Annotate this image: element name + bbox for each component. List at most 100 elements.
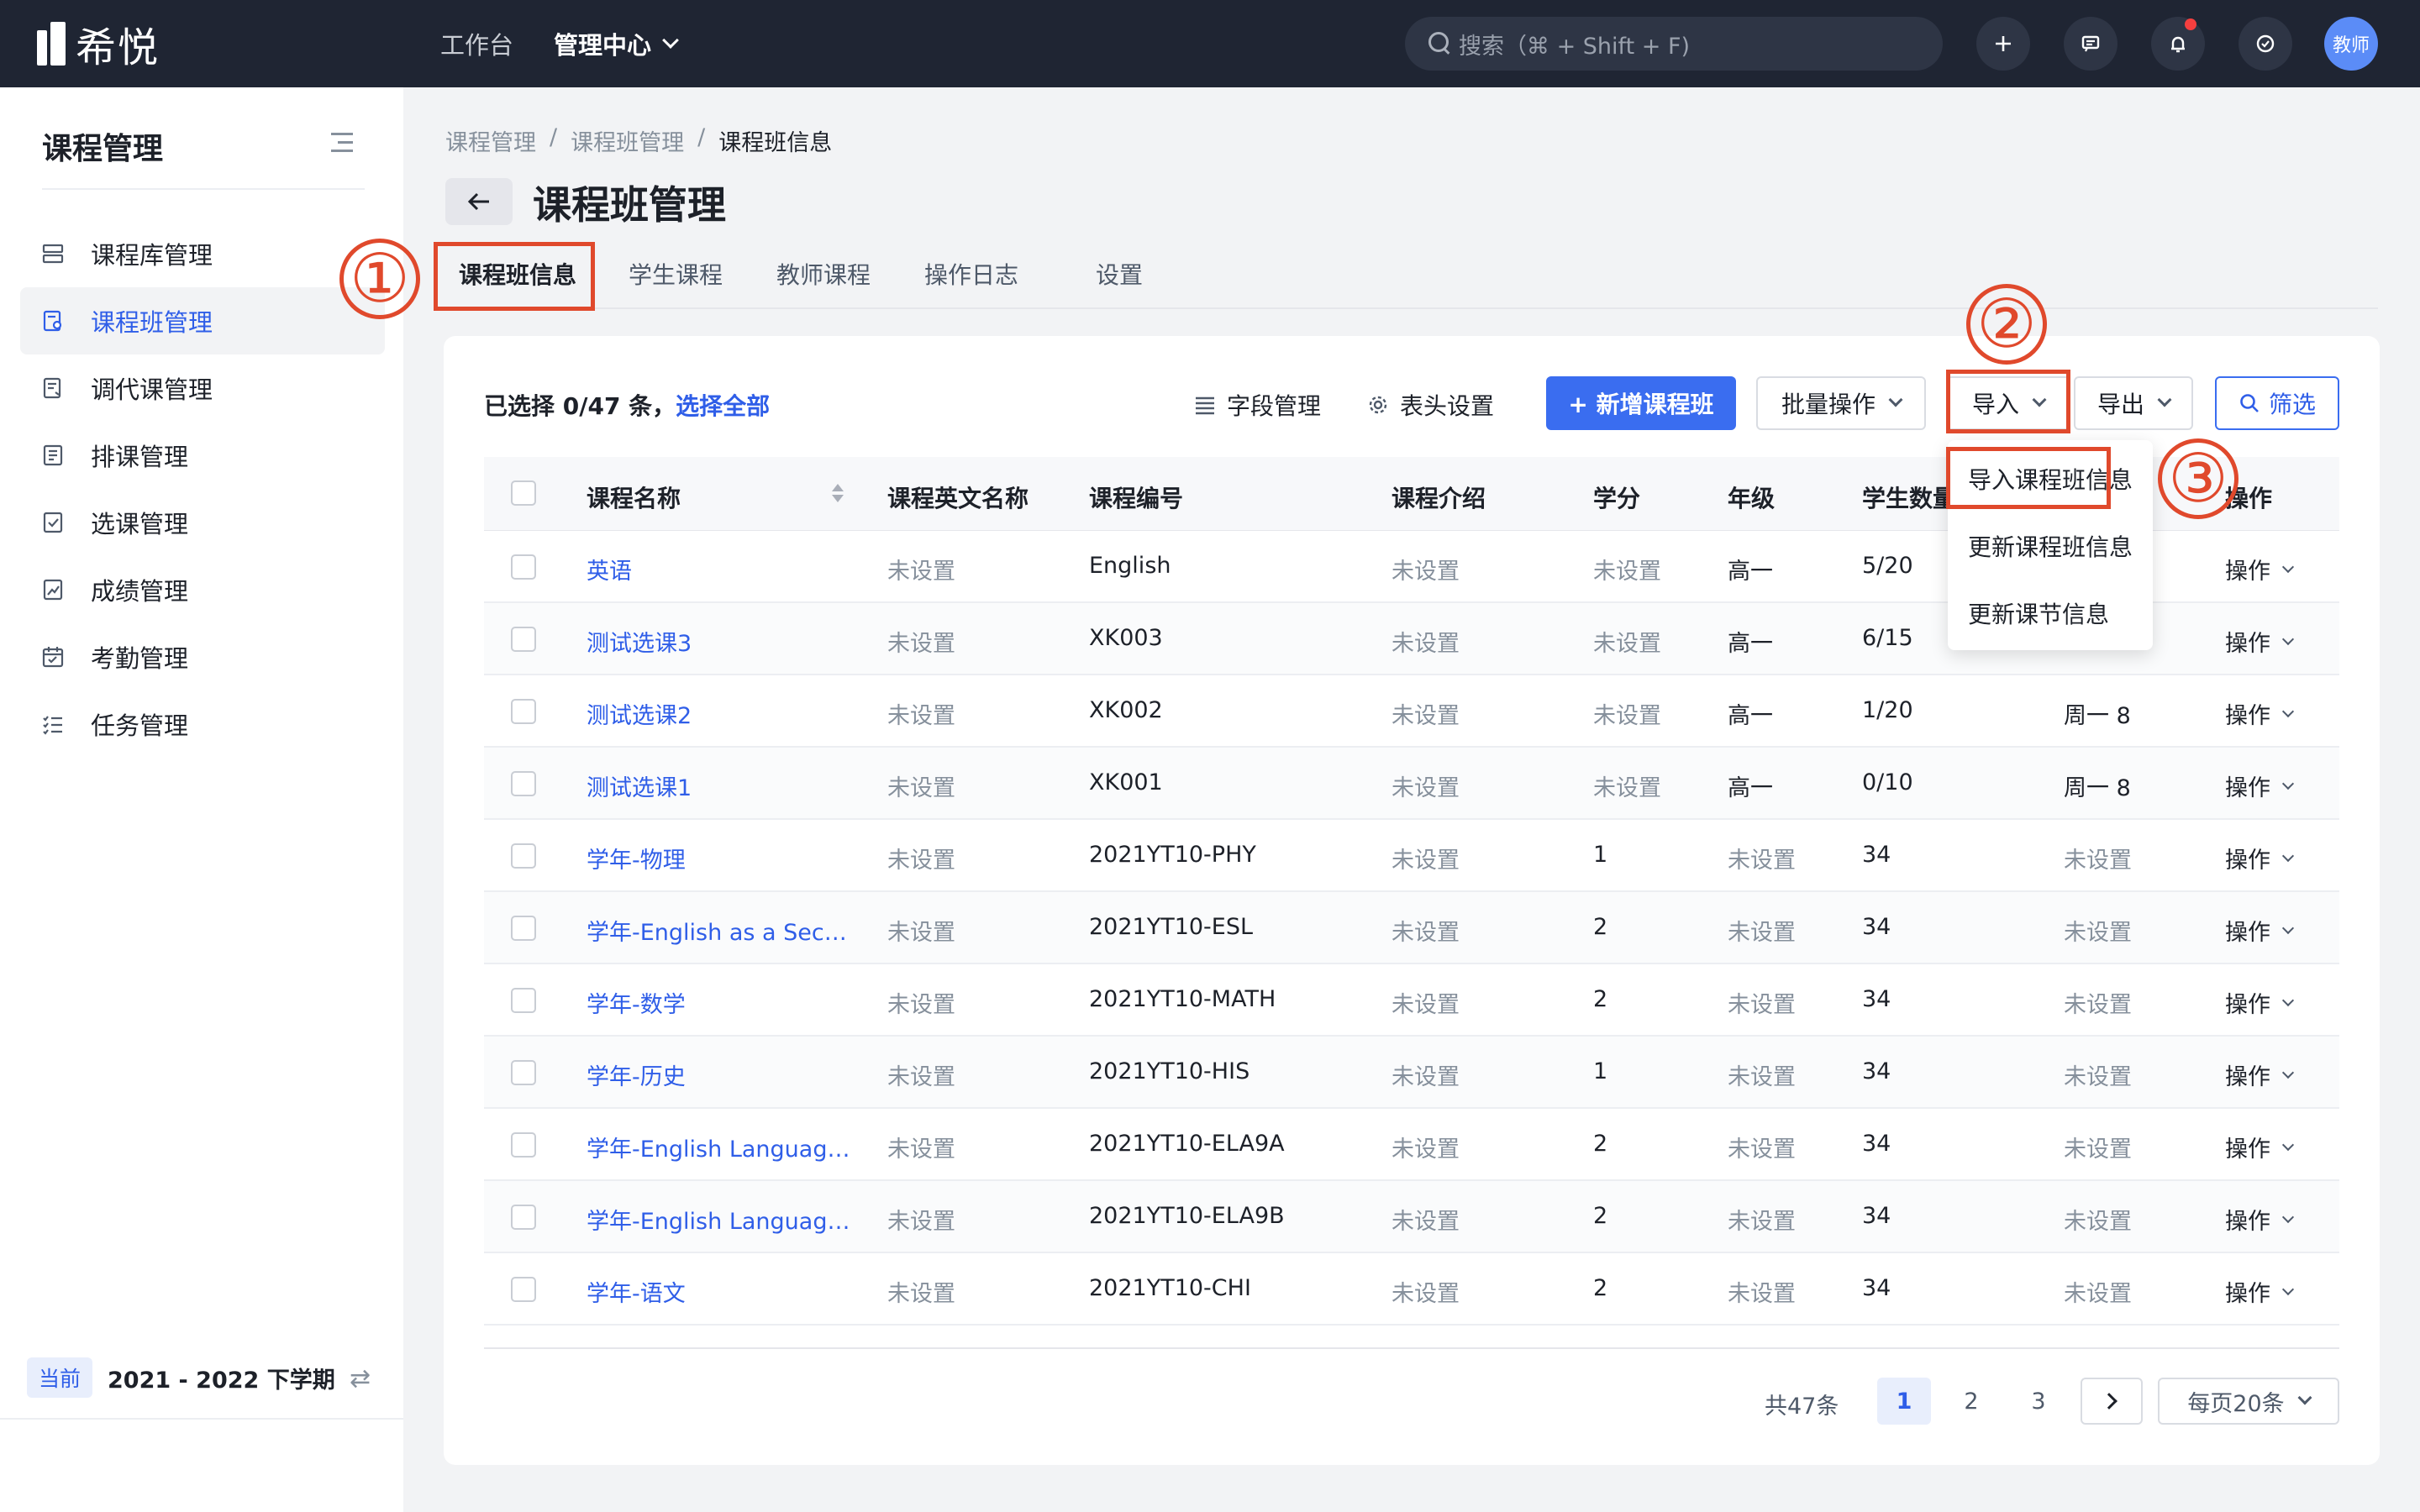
breadcrumb: 课程管理 / 课程班管理 / 课程班信息 [445, 124, 833, 157]
row-checkbox[interactable] [511, 1132, 536, 1158]
table-row: 学年-物理 未设置 2021YT10-PHY 未设置 1 未设置 34 未设置 操作 [484, 820, 2339, 892]
row-actions-dropdown[interactable]: 操作 [2225, 625, 2295, 658]
course-name-link[interactable]: 英语 [587, 553, 632, 585]
row-actions-dropdown[interactable]: 操作 [2225, 769, 2295, 802]
row-actions-label: 操作 [2225, 1137, 2270, 1163]
nav-workbench[interactable]: 工作台 [440, 26, 513, 61]
export-button[interactable]: 导出 [2074, 376, 2193, 430]
page-1-button[interactable]: 1 [1877, 1378, 1931, 1425]
row-actions-dropdown[interactable]: 操作 [2225, 986, 2295, 1019]
row-checkbox[interactable] [511, 988, 536, 1013]
row-checkbox[interactable] [511, 1060, 536, 1085]
sort-icon[interactable] [830, 482, 844, 506]
tab-operation-log[interactable]: 操作日志 [924, 257, 1018, 291]
nav-admin-center[interactable]: 管理中心 [554, 26, 679, 61]
student-count-cell: 34 [1862, 1275, 1891, 1301]
english-name-cell: 未设置 [887, 920, 955, 946]
tab-student-courses[interactable]: 学生课程 [629, 257, 723, 291]
student-count-cell: 6/15 [1862, 625, 1913, 651]
course-code-cell: 2021YT10-PHY [1089, 842, 1256, 868]
avatar[interactable]: 教师 [2324, 17, 2378, 71]
course-code-cell: 2021YT10-ELA9A [1089, 1131, 1285, 1157]
select-all-checkbox[interactable] [511, 480, 536, 506]
sidebar-item-course-library[interactable]: 课程库管理 [20, 220, 385, 287]
sidebar-item-course-selection[interactable]: 选课管理 [20, 489, 385, 556]
row-checkbox[interactable] [511, 843, 536, 869]
description-cell: 未设置 [1392, 848, 1460, 874]
row-actions-dropdown[interactable]: 操作 [2225, 914, 2295, 947]
student-count-cell: 34 [1862, 1131, 1891, 1157]
search-icon [2240, 394, 2259, 412]
english-name-cell: 未设置 [887, 1064, 955, 1090]
course-name-link[interactable]: 学年-历史 [587, 1058, 686, 1091]
select-all-link[interactable]: 选择全部 [676, 392, 770, 420]
breadcrumb-item[interactable]: 课程管理 [445, 124, 536, 157]
table-row: 学年-English as a Sec… 未设置 2021YT10-ESL 未设置 2 未… [484, 892, 2339, 964]
global-search[interactable]: 搜索（⌘ + Shift + F) [1405, 17, 1943, 71]
switch-term-icon[interactable]: ⇄ [350, 1364, 371, 1394]
menu-item-update-class-info[interactable]: 更新课程班信息 [1968, 529, 2133, 563]
course-name-link[interactable]: 学年-English Languag… [587, 1203, 850, 1236]
add-class-button[interactable]: + 新增课程班 [1546, 376, 1736, 430]
breadcrumb-item[interactable]: 课程班管理 [571, 124, 684, 157]
course-name-link[interactable]: 测试选课1 [587, 769, 692, 802]
row-checkbox[interactable] [511, 554, 536, 580]
english-name-cell: 未设置 [887, 848, 955, 874]
english-name-cell: 未设置 [887, 1281, 955, 1307]
english-name-cell: 未设置 [887, 1209, 955, 1235]
english-name-cell: 未设置 [887, 631, 955, 657]
annotation-box-import [1946, 370, 2070, 433]
grade-level-cell: 未设置 [1728, 992, 1796, 1018]
field-manage-button[interactable]: 字段管理 [1193, 388, 1321, 422]
row-actions-dropdown[interactable]: 操作 [2225, 1203, 2295, 1236]
header-settings-button[interactable]: 表头设置 [1366, 388, 1494, 422]
row-checkbox[interactable] [511, 699, 536, 724]
row-actions-dropdown[interactable]: 操作 [2225, 842, 2295, 874]
horizontal-scrollbar[interactable] [484, 1347, 2339, 1349]
course-name-link[interactable]: 学年-物理 [587, 842, 686, 874]
chevron-down-icon [2281, 560, 2295, 573]
column-header[interactable]: 课程名称 [587, 480, 681, 514]
filter-button[interactable]: 筛选 [2215, 376, 2339, 430]
app-logo[interactable]: 希悦 [37, 18, 160, 71]
sidebar-item-course-class[interactable]: 课程班管理 [20, 287, 385, 354]
course-name-link[interactable]: 测试选课2 [587, 697, 692, 730]
sidebar-item-tasks[interactable]: 任务管理 [20, 690, 385, 758]
notifications-button[interactable] [2151, 17, 2205, 71]
row-checkbox[interactable] [511, 627, 536, 652]
back-button[interactable] [445, 178, 513, 225]
row-actions-dropdown[interactable]: 操作 [2225, 1058, 2295, 1091]
row-checkbox[interactable] [511, 771, 536, 796]
row-checkbox[interactable] [511, 916, 536, 941]
tab-settings[interactable]: 设置 [1096, 257, 1143, 291]
page-3-button[interactable]: 3 [2012, 1378, 2065, 1425]
sidebar-item-scheduling[interactable]: 排课管理 [20, 422, 385, 489]
batch-ops-button[interactable]: 批量操作 [1756, 376, 1926, 430]
sidebar-item-attendance[interactable]: 考勤管理 [20, 623, 385, 690]
help-button[interactable] [2238, 17, 2292, 71]
row-actions-dropdown[interactable]: 操作 [2225, 1131, 2295, 1163]
course-name-link[interactable]: 测试选课3 [587, 625, 692, 658]
page-2-button[interactable]: 2 [1944, 1378, 1998, 1425]
page-size-select[interactable]: 每页20条 [2158, 1378, 2339, 1425]
messages-button[interactable] [2064, 17, 2118, 71]
course-name-link[interactable]: 学年-数学 [587, 986, 686, 1019]
column-header: 课程英文名称 [887, 485, 1029, 512]
create-button[interactable] [1976, 17, 2030, 71]
row-checkbox[interactable] [511, 1205, 536, 1230]
column-header: 学生数量 [1862, 485, 1957, 512]
course-name-link[interactable]: 学年-English Languag… [587, 1131, 850, 1163]
sidebar-item-grades[interactable]: 成绩管理 [20, 556, 385, 623]
sidebar-menu: 课程库管理 课程班管理 调代课管理 排课管理 选课管理 成绩管理 考勤管理 任务… [20, 220, 385, 758]
row-actions-dropdown[interactable]: 操作 [2225, 1275, 2295, 1308]
course-name-link[interactable]: 学年-English as a Sec… [587, 914, 847, 947]
tab-teacher-courses[interactable]: 教师课程 [776, 257, 871, 291]
collapse-menu-icon[interactable] [331, 133, 355, 153]
row-actions-dropdown[interactable]: 操作 [2225, 553, 2295, 585]
row-checkbox[interactable] [511, 1277, 536, 1302]
course-name-link[interactable]: 学年-语文 [587, 1275, 686, 1308]
row-actions-dropdown[interactable]: 操作 [2225, 697, 2295, 730]
next-page-button[interactable] [2081, 1378, 2143, 1425]
sidebar-item-substitution[interactable]: 调代课管理 [20, 354, 385, 422]
menu-item-update-lesson-info[interactable]: 更新课节信息 [1968, 596, 2109, 630]
